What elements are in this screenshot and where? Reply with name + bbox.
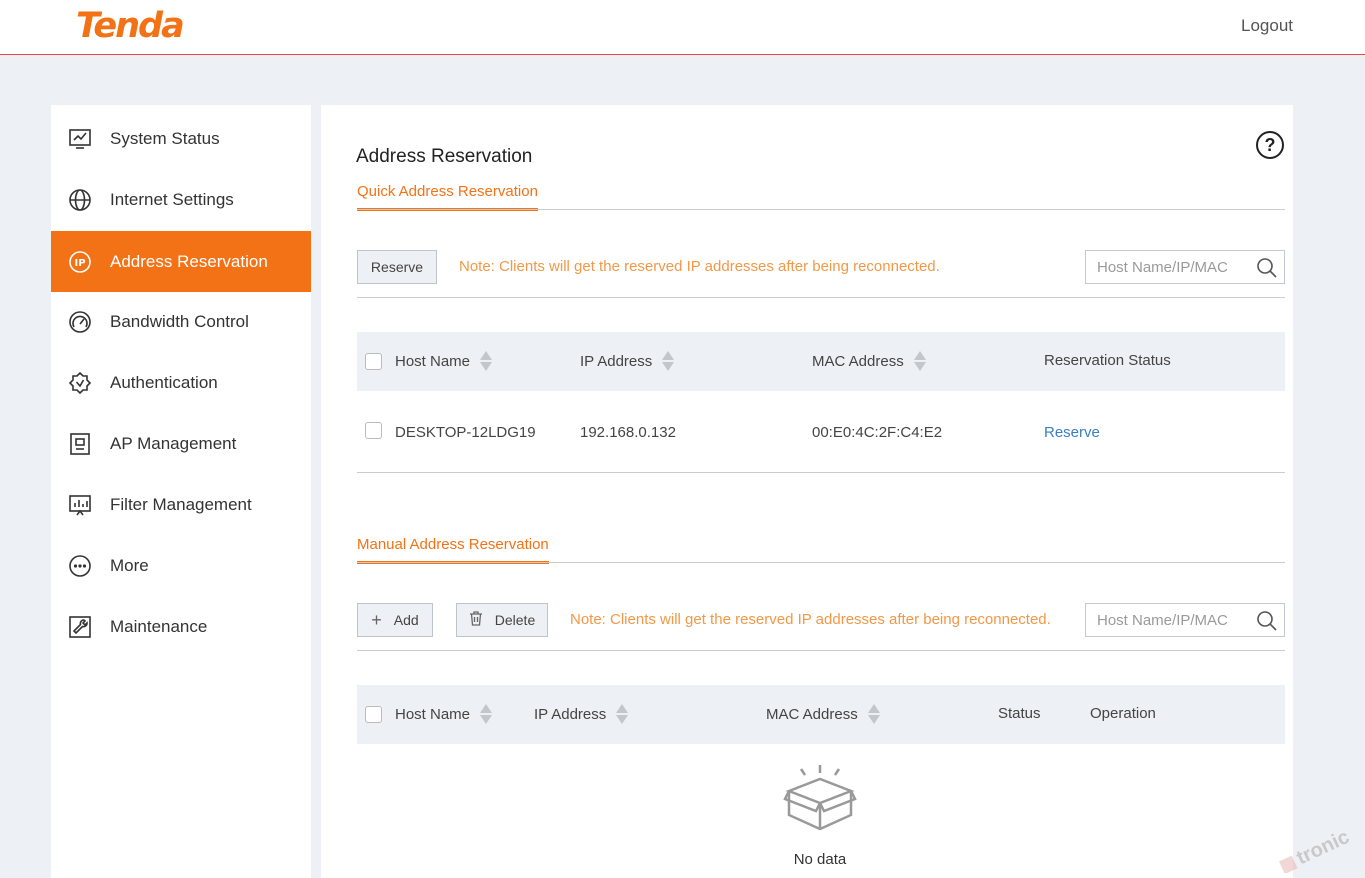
sort-icon[interactable] [616,703,629,725]
quick-note: Note: Clients will get the reserved IP a… [459,258,940,275]
column-header-status: Status [998,705,1041,722]
ip-icon: IP [68,250,92,274]
trash-icon [469,611,483,629]
sidebar-item-maintenance[interactable]: Maintenance [51,596,311,657]
sidebar-item-label: Filter Management [110,494,252,514]
gauge-icon [68,310,92,334]
row-checkbox[interactable] [365,422,382,439]
tenda-logo[interactable]: Tenda [76,6,185,46]
tab-manual-address-reservation[interactable]: Manual Address Reservation [357,536,549,564]
search-icon[interactable] [1256,610,1278,632]
access-point-icon [68,432,92,456]
manual-table-header: Host Name IP Address MAC Address Status … [357,685,1285,744]
divider [357,472,1285,473]
sidebar-item-label: Authentication [110,372,218,392]
sort-icon[interactable] [913,350,926,372]
tab-quick-address-reservation[interactable]: Quick Address Reservation [357,183,538,211]
row-host-name: DESKTOP-12LDG19 [395,424,536,441]
divider [357,297,1285,298]
svg-text:IP: IP [74,258,85,269]
badge-check-icon [68,371,92,395]
wrench-icon [68,615,92,639]
logout-link[interactable]: Logout [1241,16,1293,36]
column-header-host-name[interactable]: Host Name [395,703,493,725]
sidebar-item-bandwidth-control[interactable]: Bandwidth Control [51,291,311,352]
delete-button[interactable]: Delete [456,603,548,637]
column-header-reservation-status: Reservation Status [1044,352,1171,369]
add-button[interactable]: + Add [357,603,433,637]
row-ip-address: 192.168.0.132 [580,424,676,441]
top-bar: Tenda Logout [0,0,1365,55]
divider [357,209,1285,210]
column-header-mac-address[interactable]: MAC Address [812,350,926,372]
more-icon [68,554,92,578]
filter-chart-icon [68,493,92,517]
sidebar-item-address-reservation[interactable]: IP Address Reservation [51,231,311,292]
sidebar-item-label: AP Management [110,433,237,453]
manual-search-box [1085,603,1285,637]
sidebar-item-label: Bandwidth Control [110,311,249,331]
sort-icon[interactable] [662,350,675,372]
quick-search-input[interactable] [1086,251,1251,283]
watermark-logo: tronic [1278,826,1353,873]
sidebar: System Status Internet Settings IP Addre… [51,105,311,878]
system-status-icon [68,127,92,151]
sidebar-item-system-status[interactable]: System Status [51,108,311,169]
manual-note: Note: Clients will get the reserved IP a… [570,611,1051,628]
page-title: Address Reservation [356,146,533,167]
sort-icon[interactable] [480,350,493,372]
sidebar-item-label: Internet Settings [110,189,234,209]
sidebar-item-filter-management[interactable]: Filter Management [51,474,311,535]
manual-search-input[interactable] [1086,604,1251,636]
select-all-checkbox[interactable] [365,353,382,370]
svg-text:tronic: tronic [1293,826,1353,869]
row-mac-address: 00:E0:4C:2F:C4:E2 [812,424,943,441]
column-header-ip-address[interactable]: IP Address [580,350,675,372]
empty-box-icon [783,765,857,831]
quick-search-box [1085,250,1285,284]
sort-icon[interactable] [480,703,493,725]
sidebar-item-label: Address Reservation [110,251,268,271]
plus-icon: + [371,610,382,630]
column-header-ip-address[interactable]: IP Address [534,703,629,725]
main-panel: Address Reservation ? Quick Address Rese… [321,105,1293,878]
sort-icon[interactable] [867,703,880,725]
divider [357,562,1285,563]
help-icon[interactable]: ? [1256,131,1284,159]
sidebar-item-internet-settings[interactable]: Internet Settings [51,169,311,230]
globe-icon [68,188,92,212]
sidebar-item-ap-management[interactable]: AP Management [51,413,311,474]
column-header-operation: Operation [1090,705,1156,722]
reserve-link[interactable]: Reserve [1044,424,1100,441]
sidebar-item-label: System Status [110,128,220,148]
quick-table-header: Host Name IP Address MAC Address Reserva… [357,332,1285,391]
sidebar-item-label: Maintenance [110,616,208,636]
sidebar-item-authentication[interactable]: Authentication [51,352,311,413]
select-all-checkbox[interactable] [365,706,382,723]
column-header-mac-address[interactable]: MAC Address [766,703,880,725]
sidebar-item-more[interactable]: More [51,535,311,596]
no-data-text: No data [793,851,847,868]
search-icon[interactable] [1256,257,1278,279]
sidebar-item-label: More [110,555,149,575]
divider [357,650,1285,651]
reserve-button[interactable]: Reserve [357,250,437,284]
column-header-host-name[interactable]: Host Name [395,350,493,372]
